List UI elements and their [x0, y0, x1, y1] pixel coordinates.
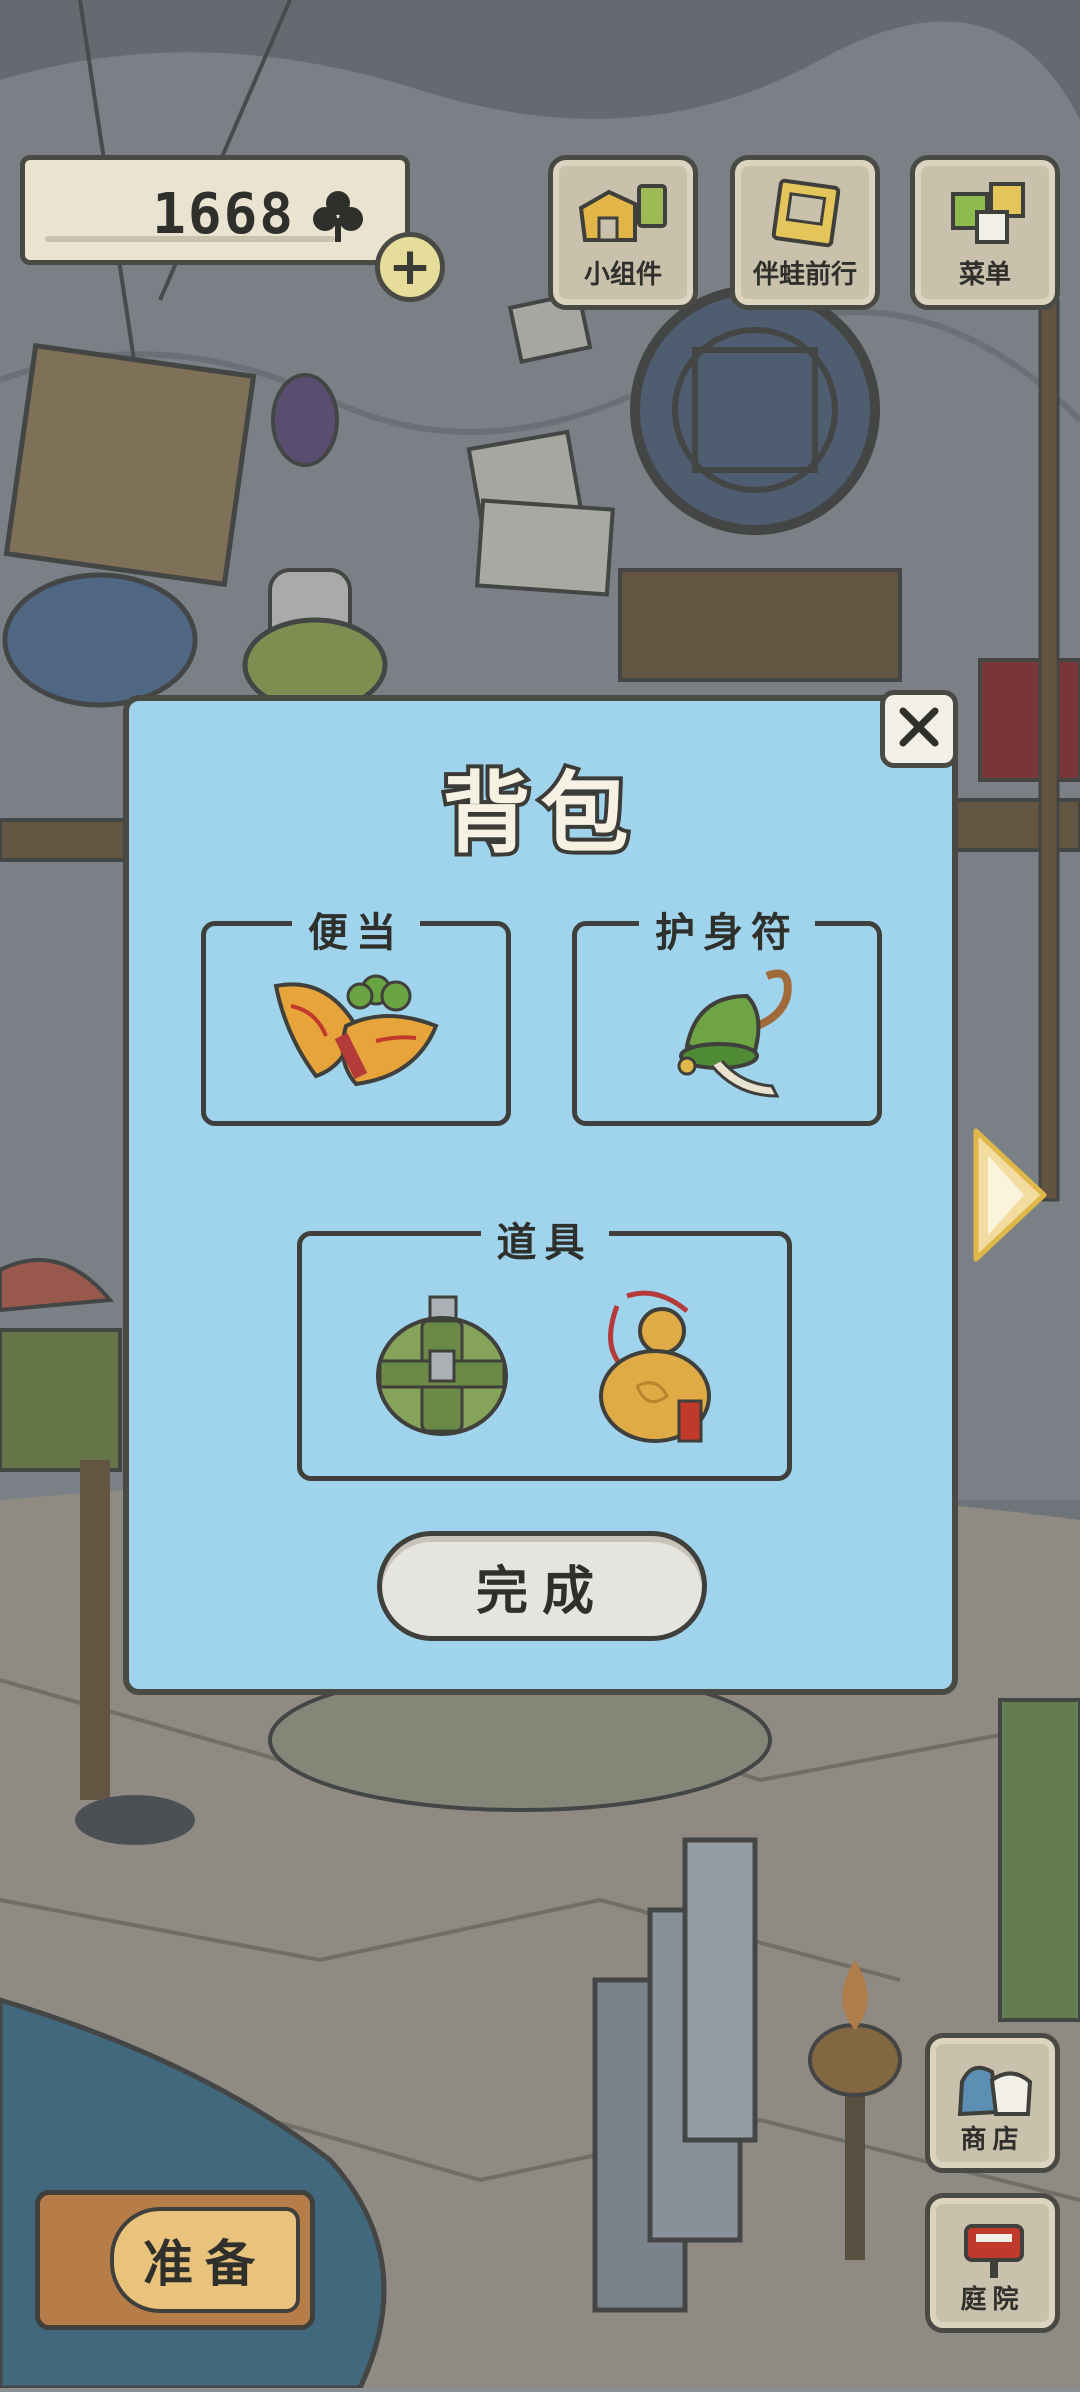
widget-label: 小组件 [583, 260, 662, 290]
menu-cards-icon [935, 178, 1035, 248]
add-clover-button[interactable]: + [375, 232, 445, 302]
yard-button[interactable]: 庭院 [925, 2193, 1060, 2333]
counter-underline [45, 236, 335, 242]
tools-slot-label: 道具 [480, 1210, 609, 1268]
travel-label: 伴蛙前行 [752, 260, 857, 290]
bento-pie-icon[interactable] [266, 966, 446, 1100]
gourd-icon[interactable] [587, 1286, 727, 1450]
close-button[interactable] [880, 690, 958, 768]
charm-slot[interactable]: 护身符 [572, 900, 882, 1126]
tools-slot[interactable]: 道具 [297, 1210, 792, 1481]
prepare-label: 准备 [110, 2207, 300, 2313]
bento-slot[interactable]: 便当 [201, 900, 511, 1126]
menu-label: 菜单 [958, 260, 1011, 290]
close-icon [897, 705, 941, 753]
menu-button[interactable]: 菜单 [910, 155, 1060, 310]
prepare-button[interactable]: 准备 [35, 2190, 315, 2330]
shop-label: 商店 [960, 2125, 1025, 2155]
shop-button[interactable]: 商店 [925, 2033, 1060, 2173]
travel-journal-icon [755, 178, 855, 248]
widget-icon [573, 178, 673, 248]
backpack-dialog: 背包 便当 护身符 道具 完成 [123, 695, 958, 1695]
mailbox-icon [952, 2212, 1037, 2282]
chevron-right-icon [973, 1128, 1047, 1262]
green-bell-charm-icon[interactable] [657, 956, 807, 1110]
travel-button[interactable]: 伴蛙前行 [730, 155, 880, 310]
charm-slot-label: 护身符 [639, 900, 815, 958]
bento-slot-label: 便当 [292, 900, 420, 958]
clover-counter: 1668 [20, 155, 410, 265]
next-page-arrow[interactable] [970, 1125, 1050, 1265]
canteen-icon[interactable] [372, 1291, 512, 1445]
yard-label: 庭院 [960, 2285, 1025, 2315]
widget-button[interactable]: 小组件 [548, 155, 698, 310]
done-button[interactable]: 完成 [377, 1531, 707, 1641]
dialog-title: 背包 [438, 758, 639, 869]
shop-bags-icon [952, 2052, 1037, 2122]
